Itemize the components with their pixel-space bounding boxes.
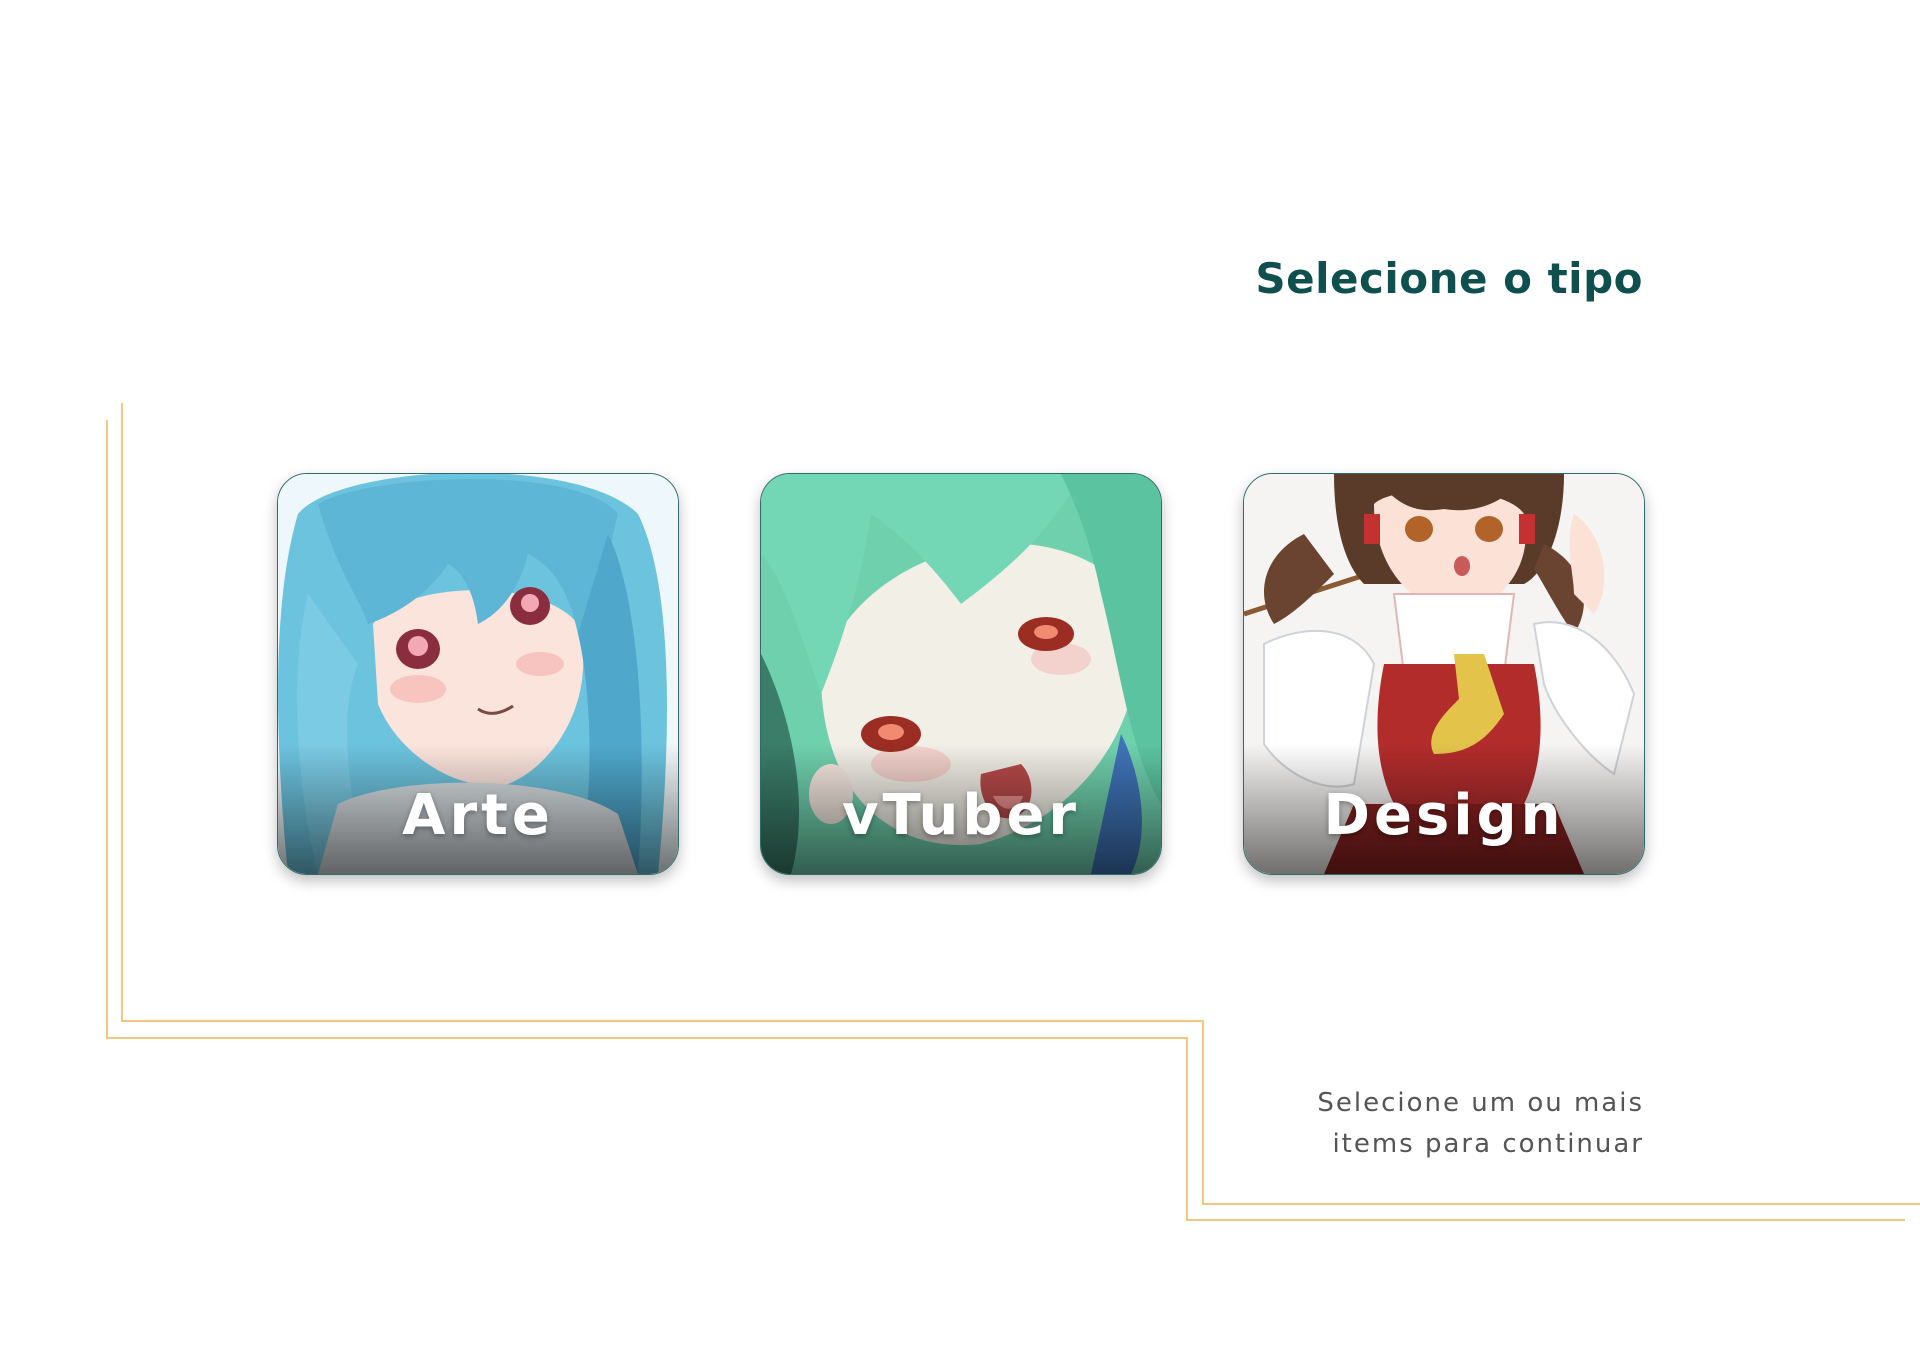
type-card-arte[interactable]: Arte <box>277 473 679 875</box>
page: Selecione o tipo Arte vTuber Design Sele… <box>0 0 1920 1347</box>
selection-hint: Selecione um ou mais items para continua… <box>1317 1083 1644 1165</box>
hint-line-1: Selecione um ou mais <box>1317 1088 1644 1118</box>
type-card-design[interactable]: Design <box>1243 473 1645 875</box>
card-label-arte: Arte <box>402 783 554 848</box>
hint-line-2: items para continuar <box>1332 1129 1644 1159</box>
card-label-design: Design <box>1323 783 1565 848</box>
card-label-vtuber: vTuber <box>841 783 1081 848</box>
type-card-vtuber[interactable]: vTuber <box>760 473 1162 875</box>
page-title: Selecione o tipo <box>1255 254 1643 303</box>
